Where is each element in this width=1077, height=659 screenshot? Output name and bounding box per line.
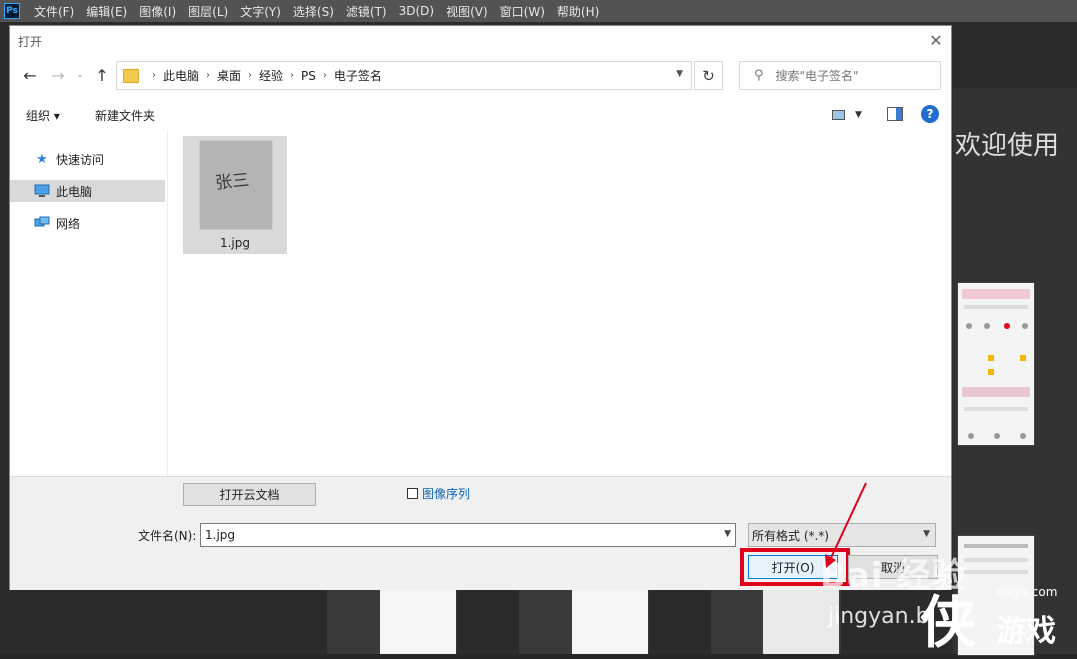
chevron-right-icon: › [322,70,327,81]
nav-item-network[interactable]: 网络 [10,212,165,234]
help-icon[interactable]: ? [921,105,939,123]
file-list-area: 张三 1.jpg [168,130,951,476]
recent-file-thumbnail[interactable] [380,590,456,654]
filename-label: 文件名(N): [138,529,197,543]
thumbnail-signature: 张三 [214,170,251,194]
forward-arrow-icon[interactable]: → [48,65,68,85]
change-view-button[interactable]: ▼ [832,107,866,123]
game-logo-char: 侠 [920,591,976,656]
caret-down-icon: ▼ [855,110,862,120]
file-name: 1.jpg [219,236,251,250]
search-icon: ⚲ [754,68,764,83]
filename-combobox[interactable]: ▼ [200,523,736,547]
open-file-dialog: 打开 ✕ ← → ⌄ ↑ › 此电脑 › 桌面 › 经验 › PS › 电子签名… [9,25,952,590]
back-arrow-icon[interactable]: ← [20,65,40,85]
search-box[interactable]: ⚲ [739,61,941,90]
breadcrumb-jingyan[interactable]: 经验 [259,67,283,84]
recent-locations-chevron-icon[interactable]: ⌄ [73,66,87,84]
navigation-pane: ★ 快速访问 此电脑 网络 [10,130,168,476]
address-bar[interactable]: › 此电脑 › 桌面 › 经验 › PS › 电子签名 ▼ [116,61,692,90]
chevron-down-icon[interactable]: ▼ [676,69,683,79]
recent-file-thumbnail[interactable] [572,590,648,654]
image-thumbnail: 张三 [199,140,273,230]
breadcrumb-signature[interactable]: 电子签名 [334,67,382,84]
chevron-right-icon: › [152,70,156,81]
breadcrumb-desktop[interactable]: 桌面 [217,67,241,84]
recent-file-thumbnail[interactable] [957,282,1035,446]
photoshop-logo-icon: Ps [4,3,20,19]
filename-input[interactable] [205,528,705,542]
up-arrow-icon[interactable]: ↑ [92,65,112,85]
menu-select[interactable]: 选择(S) [287,3,340,20]
menu-file[interactable]: 文件(F) [28,3,80,20]
organize-button[interactable]: 组织 ▾ [26,107,60,124]
site-watermark: xiayx.com [996,585,1058,599]
menu-window[interactable]: 窗口(W) [494,3,551,20]
chevron-right-icon: › [206,70,211,81]
menu-layer[interactable]: 图层(L) [182,3,234,20]
nav-item-label: 快速访问 [56,152,105,167]
nav-item-quick-access[interactable]: ★ 快速访问 [10,148,165,170]
preview-pane-icon[interactable] [887,107,903,121]
image-sequence-label[interactable]: 图像序列 [422,485,470,502]
photoshop-menubar: Ps 文件(F) 编辑(E) 图像(I) 图层(L) 文字(Y) 选择(S) 滤… [0,0,1077,22]
chevron-down-icon: ▼ [923,529,930,539]
menu-filter[interactable]: 滤镜(T) [340,3,393,20]
welcome-heading: 欢迎使用 [955,131,1060,161]
dialog-bottom-panel: 打开云文档 图像序列 文件名(N): ▼ 所有格式 (*.*) ▼ 打开(O) … [10,476,951,590]
file-item[interactable]: 张三 1.jpg [183,136,287,254]
menu-type[interactable]: 文字(Y) [234,3,287,20]
menu-view[interactable]: 视图(V) [440,3,494,20]
game-logo-text: 游戏 [996,614,1056,649]
refresh-icon[interactable]: ↻ [694,61,723,90]
jingyan-watermark: jingyan.b [828,604,930,629]
menu-help[interactable]: 帮助(H) [551,3,605,20]
menu-image[interactable]: 图像(I) [133,3,182,20]
nav-item-this-pc[interactable]: 此电脑 [10,180,165,202]
close-icon[interactable]: ✕ [925,29,947,51]
menu-3d[interactable]: 3D(D) [393,4,440,18]
network-icon [34,216,50,230]
breadcrumb-this-pc[interactable]: 此电脑 [163,67,199,84]
breadcrumb-ps[interactable]: PS [301,69,316,83]
dialog-toolbar: 组织 ▾ 新建文件夹 ▼ ? [10,101,951,129]
computer-icon [34,184,50,198]
chevron-right-icon: › [290,70,295,81]
star-icon: ★ [36,151,48,167]
dialog-title-bar: 打开 ✕ [10,26,951,55]
nav-item-label: 网络 [56,216,81,231]
filetype-select[interactable]: 所有格式 (*.*) ▼ [748,523,936,547]
dialog-title: 打开 [18,35,43,49]
image-sequence-option[interactable]: 图像序列 [407,485,470,502]
view-icon [832,110,845,120]
chevron-down-icon[interactable]: ▼ [724,529,731,539]
new-folder-button[interactable]: 新建文件夹 [95,107,155,124]
open-cloud-doc-button[interactable]: 打开云文档 [183,483,316,506]
chevron-right-icon: › [248,70,253,81]
search-input[interactable] [775,68,916,83]
filetype-value: 所有格式 (*.*) [752,528,829,543]
image-sequence-checkbox[interactable] [407,488,418,499]
nav-item-label: 此电脑 [56,184,93,199]
menu-edit[interactable]: 编辑(E) [80,3,133,20]
folder-icon [123,68,139,83]
